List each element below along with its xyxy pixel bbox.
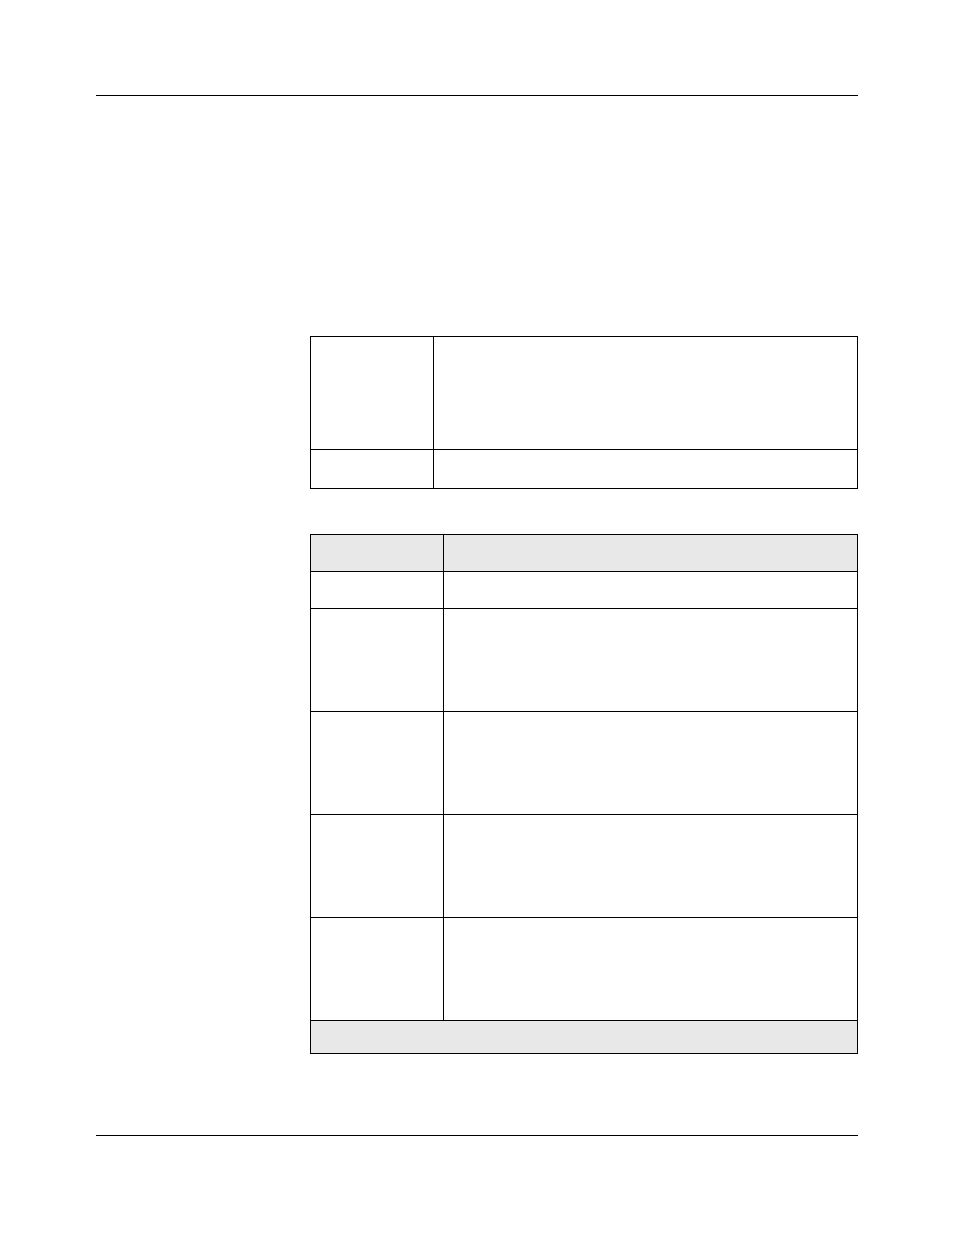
page (0, 0, 954, 1235)
cell (444, 609, 858, 712)
upper-table-grid (310, 336, 858, 489)
upper-table-cell (311, 337, 434, 450)
upper-table-cell (311, 450, 434, 489)
table-footer-row (311, 1021, 858, 1054)
table-row (311, 572, 858, 609)
cell (444, 572, 858, 609)
table-header-row (311, 535, 858, 572)
table-row (311, 712, 858, 815)
header-rule (96, 95, 858, 96)
footer-rule (96, 1135, 858, 1136)
cell (444, 918, 858, 1021)
table-row (311, 918, 858, 1021)
table-row (311, 609, 858, 712)
cell (311, 815, 444, 918)
table-row (311, 450, 858, 489)
cell (311, 609, 444, 712)
header-cell (311, 535, 444, 572)
cell (311, 712, 444, 815)
cell (444, 815, 858, 918)
upper-table-cell (434, 450, 858, 489)
cell (444, 712, 858, 815)
table-row (311, 337, 858, 450)
footer-cell (311, 1021, 858, 1054)
header-cell (444, 535, 858, 572)
cell (311, 918, 444, 1021)
upper-table (310, 336, 858, 489)
cell (311, 572, 444, 609)
table-row (311, 815, 858, 918)
main-table (310, 534, 858, 1054)
upper-table-cell (434, 337, 858, 450)
